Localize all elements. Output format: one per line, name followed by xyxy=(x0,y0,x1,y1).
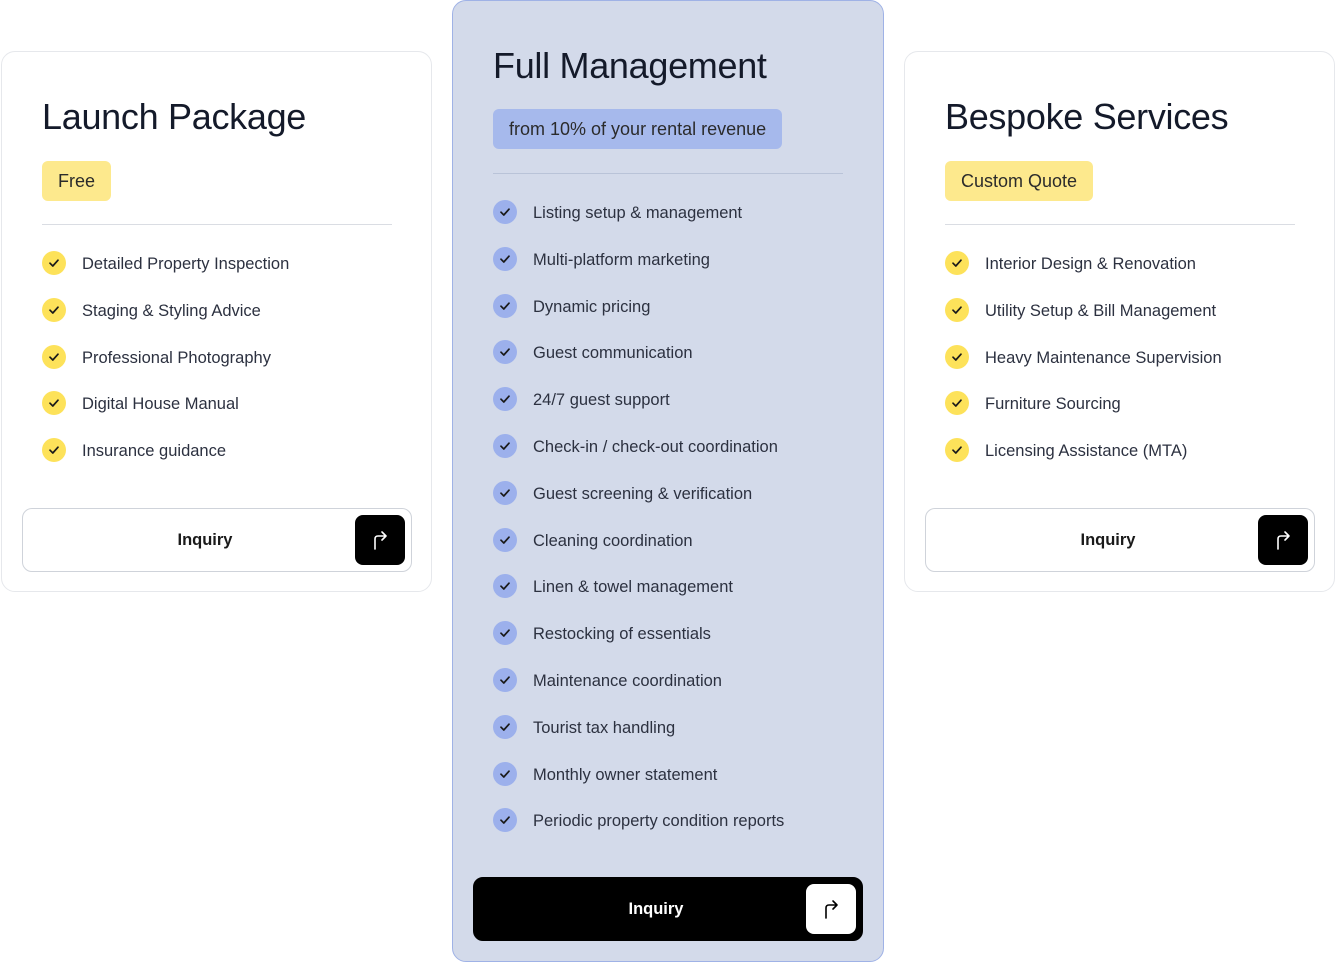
feature-item: Licensing Assistance (MTA) xyxy=(945,438,1222,485)
check-icon xyxy=(493,200,517,224)
divider xyxy=(493,173,843,174)
feature-item: Restocking of essentials xyxy=(493,621,784,668)
feature-label: Check-in / check-out coordination xyxy=(533,437,778,456)
check-icon xyxy=(493,574,517,599)
feature-label: Guest communication xyxy=(533,344,693,363)
feature-label: Maintenance coordination xyxy=(533,671,722,690)
feature-item: Guest communication xyxy=(493,340,784,387)
feature-item: Heavy Maintenance Supervision xyxy=(945,344,1222,392)
check-icon xyxy=(493,293,517,318)
feature-label: Detailed Property Inspection xyxy=(82,255,290,273)
feature-label: Utility Setup & Bill Management xyxy=(985,301,1217,320)
check-icon xyxy=(945,297,969,322)
feature-item: Maintenance coordination xyxy=(493,667,784,715)
card-title: Launch Package xyxy=(42,96,307,137)
check-icon xyxy=(42,391,66,416)
check-icon xyxy=(42,251,66,275)
check-icon xyxy=(493,714,517,739)
check-icon xyxy=(493,480,517,505)
check-icon xyxy=(493,433,517,458)
divider xyxy=(945,224,1295,225)
feature-list: Listing setup & management Multi-platfor… xyxy=(493,200,784,855)
feature-item: Monthly owner statement xyxy=(493,761,784,809)
feature-item: Tourist tax handling xyxy=(493,714,784,762)
feature-item: Guest screening & verification xyxy=(493,480,784,528)
feature-label: Staging & Styling Advice xyxy=(82,301,261,320)
inquiry-button[interactable]: Inquiry xyxy=(22,508,412,572)
feature-label: Monthly owner statement xyxy=(533,765,718,784)
inquiry-button-label: Inquiry xyxy=(1080,530,1136,549)
feature-label: Cleaning coordination xyxy=(533,531,693,550)
feature-item: Periodic property condition reports xyxy=(493,808,784,855)
feature-label: Periodic property condition reports xyxy=(533,812,785,831)
price-badge: Custom Quote xyxy=(945,161,1094,201)
feature-item: 24/7 guest support xyxy=(493,387,784,434)
feature-label: Insurance guidance xyxy=(82,442,227,461)
check-icon xyxy=(493,527,517,552)
arrow-turn-up-right-icon[interactable] xyxy=(355,515,405,565)
feature-label: Interior Design & Renovation xyxy=(985,255,1196,273)
inquiry-button[interactable]: Inquiry xyxy=(473,877,863,941)
feature-list: Interior Design & Renovation Utility Set… xyxy=(945,251,1222,485)
feature-item: Interior Design & Renovation xyxy=(945,251,1222,298)
feature-item: Utility Setup & Bill Management xyxy=(945,297,1222,345)
feature-item: Staging & Styling Advice xyxy=(42,297,289,345)
feature-label: Restocking of essentials xyxy=(533,625,711,644)
feature-item: Linen & towel management xyxy=(493,574,784,621)
check-icon xyxy=(42,344,66,369)
feature-label: Professional Photography xyxy=(82,348,271,367)
pricing-card-full-management: Full Management from 10% of your rental … xyxy=(452,0,884,962)
check-icon xyxy=(945,391,969,416)
feature-label: Tourist tax handling xyxy=(533,718,676,737)
check-icon xyxy=(42,297,66,322)
feature-item: Check-in / check-out coordination xyxy=(493,433,784,481)
check-icon xyxy=(493,667,517,692)
feature-item: Digital House Manual xyxy=(42,391,289,438)
feature-item: Dynamic pricing xyxy=(493,293,784,341)
feature-label: Dynamic pricing xyxy=(533,297,651,316)
check-icon xyxy=(493,808,517,833)
check-icon xyxy=(945,251,969,275)
feature-label: Multi-platform marketing xyxy=(533,250,710,269)
check-icon xyxy=(493,761,517,786)
check-icon xyxy=(493,387,517,412)
inquiry-button-label: Inquiry xyxy=(177,530,233,549)
feature-label: Listing setup & management xyxy=(533,204,743,222)
feature-label: Linen & towel management xyxy=(533,578,733,597)
check-icon xyxy=(945,438,969,463)
feature-item: Listing setup & management xyxy=(493,200,784,247)
feature-label: Furniture Sourcing xyxy=(985,395,1121,414)
feature-label: Heavy Maintenance Supervision xyxy=(985,348,1222,367)
feature-item: Professional Photography xyxy=(42,344,289,392)
check-icon xyxy=(42,438,66,463)
feature-item: Furniture Sourcing xyxy=(945,391,1222,438)
pricing-card-launch-package: Launch Package Free Detailed Property In… xyxy=(1,51,432,592)
divider xyxy=(42,224,392,225)
feature-label: Guest screening & verification xyxy=(533,484,753,503)
check-icon xyxy=(493,340,517,365)
feature-list: Detailed Property Inspection Staging & S… xyxy=(42,251,289,485)
card-title: Full Management xyxy=(493,45,767,86)
feature-label: Licensing Assistance (MTA) xyxy=(985,442,1188,461)
feature-item: Cleaning coordination xyxy=(493,527,784,575)
feature-label: 24/7 guest support xyxy=(533,391,670,410)
feature-item: Multi-platform marketing xyxy=(493,246,784,294)
feature-item: Detailed Property Inspection xyxy=(42,251,289,298)
price-badge: from 10% of your rental revenue xyxy=(493,109,783,149)
feature-item: Insurance guidance xyxy=(42,438,289,485)
feature-label: Digital House Manual xyxy=(82,395,239,414)
check-icon xyxy=(493,246,517,271)
card-title: Bespoke Services xyxy=(945,96,1229,137)
pricing-card-bespoke-services: Bespoke Services Custom Quote Interior D… xyxy=(904,51,1335,592)
price-badge: Free xyxy=(42,161,112,201)
check-icon xyxy=(945,344,969,369)
check-icon xyxy=(493,621,517,646)
arrow-turn-up-right-icon[interactable] xyxy=(1258,515,1308,565)
inquiry-button-label: Inquiry xyxy=(628,899,684,918)
inquiry-button[interactable]: Inquiry xyxy=(925,508,1315,572)
arrow-turn-up-right-icon[interactable] xyxy=(806,884,856,934)
